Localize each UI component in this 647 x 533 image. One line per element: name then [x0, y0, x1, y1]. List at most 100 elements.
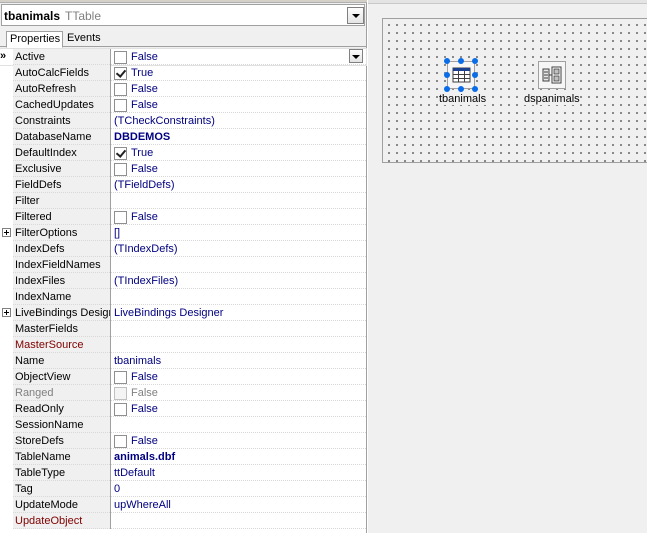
property-name: TableType — [13, 465, 110, 481]
property-checkbox[interactable] — [114, 371, 127, 384]
property-value[interactable]: ttDefault — [111, 465, 366, 481]
property-row[interactable]: FieldDefs (TFieldDefs) — [0, 177, 366, 193]
selection-handle[interactable] — [444, 86, 450, 92]
property-checkbox[interactable] — [114, 99, 127, 112]
property-row[interactable]: LiveBindings Designer LiveBindings Design… — [0, 305, 366, 321]
tab-properties[interactable]: Properties — [6, 31, 63, 48]
property-value[interactable]: False — [111, 433, 366, 449]
property-name: UpdateMode — [13, 497, 110, 513]
property-row[interactable]: IndexFieldNames — [0, 257, 366, 273]
value-dropdown-button[interactable] — [349, 49, 363, 63]
selection-handle[interactable] — [472, 58, 478, 64]
property-row[interactable]: FilterOptions [] — [0, 225, 366, 241]
property-checkbox[interactable] — [114, 211, 127, 224]
property-row[interactable]: StoreDefs False — [0, 433, 366, 449]
component-selector[interactable]: tbanimals TTable — [1, 4, 365, 26]
property-row[interactable]: Name tbanimals — [0, 353, 366, 369]
property-value[interactable] — [111, 321, 366, 337]
form-surface[interactable]: tbanimals dspanimals — [382, 18, 647, 163]
property-value[interactable]: (TFieldDefs) — [111, 177, 366, 193]
property-value[interactable]: LiveBindings Designer — [111, 305, 366, 321]
property-row[interactable]: Tag 0 — [0, 481, 366, 497]
property-value[interactable]: (TIndexFiles) — [111, 273, 366, 289]
selection-handle[interactable] — [472, 86, 478, 92]
property-value[interactable] — [111, 193, 366, 209]
property-row[interactable]: AutoRefresh False — [0, 81, 366, 97]
property-value[interactable]: tbanimals — [111, 353, 366, 369]
property-row[interactable]: ObjectView False — [0, 369, 366, 385]
property-value[interactable]: True — [111, 145, 366, 161]
property-value[interactable]: False — [111, 401, 366, 417]
property-value[interactable]: upWhereAll — [111, 497, 366, 513]
property-value[interactable]: False — [111, 369, 366, 385]
property-checkbox[interactable] — [114, 67, 127, 80]
property-value[interactable]: False — [111, 161, 366, 177]
property-value[interactable]: False — [111, 97, 366, 113]
property-value[interactable]: (TCheckConstraints) — [111, 113, 366, 129]
property-value[interactable] — [111, 513, 366, 529]
property-row[interactable]: IndexFiles (TIndexFiles) — [0, 273, 366, 289]
property-row[interactable]: » Active False — [0, 48, 367, 66]
property-name: Tag — [13, 481, 110, 497]
property-value[interactable]: True — [111, 65, 366, 81]
property-row[interactable]: AutoCalcFields True — [0, 65, 366, 81]
property-value[interactable]: False — [111, 49, 366, 65]
property-row[interactable]: SessionName — [0, 417, 366, 433]
property-value[interactable]: False — [111, 81, 366, 97]
property-checkbox[interactable] — [114, 51, 127, 64]
tab-events[interactable]: Events — [64, 31, 108, 47]
expand-plus-icon[interactable] — [2, 228, 11, 237]
property-checkbox[interactable] — [114, 83, 127, 96]
property-value[interactable]: False — [111, 209, 366, 225]
property-row[interactable]: IndexName — [0, 289, 366, 305]
property-value[interactable]: (TIndexDefs) — [111, 241, 366, 257]
tbanimals-component[interactable] — [447, 61, 475, 89]
property-value[interactable]: [] — [111, 225, 366, 241]
property-checkbox[interactable] — [114, 147, 127, 160]
property-value[interactable]: False — [111, 385, 366, 401]
property-value-text: False — [131, 403, 158, 415]
property-row[interactable]: MasterSource — [0, 337, 366, 353]
property-row[interactable]: TableType ttDefault — [0, 465, 366, 481]
expand-plus-icon[interactable] — [2, 308, 11, 317]
selection-handle[interactable] — [458, 58, 464, 64]
selection-handle[interactable] — [472, 72, 478, 78]
row-gutter — [0, 369, 12, 385]
property-value[interactable]: 0 — [111, 481, 366, 497]
property-name: Exclusive — [13, 161, 110, 177]
property-name: FieldDefs — [13, 177, 110, 193]
property-row[interactable]: Filtered False — [0, 209, 366, 225]
property-row[interactable]: ReadOnly False — [0, 401, 366, 417]
selection-handle[interactable] — [444, 72, 450, 78]
property-name: IndexDefs — [13, 241, 110, 257]
selection-handle[interactable] — [458, 86, 464, 92]
property-row[interactable]: TableName animals.dbf — [0, 449, 366, 465]
property-row[interactable]: Filter — [0, 193, 366, 209]
dspanimals-component[interactable] — [538, 61, 566, 89]
property-row[interactable]: Ranged False — [0, 385, 366, 401]
property-value[interactable] — [111, 417, 366, 433]
selection-handle[interactable] — [444, 58, 450, 64]
row-gutter — [0, 401, 12, 417]
property-row[interactable]: CachedUpdates False — [0, 97, 366, 113]
property-row[interactable]: DatabaseName DBDEMOS — [0, 129, 366, 145]
property-name: AutoRefresh — [13, 81, 110, 97]
property-row[interactable]: DefaultIndex True — [0, 145, 366, 161]
property-checkbox[interactable] — [114, 403, 127, 416]
property-value[interactable]: DBDEMOS — [111, 129, 366, 145]
property-row[interactable]: MasterFields — [0, 321, 366, 337]
property-value[interactable]: animals.dbf — [111, 449, 366, 465]
row-gutter — [0, 225, 12, 241]
property-checkbox[interactable] — [114, 163, 127, 176]
property-value-text: False — [131, 371, 158, 383]
property-value[interactable] — [111, 337, 366, 353]
property-checkbox[interactable] — [114, 435, 127, 448]
property-row[interactable]: Constraints (TCheckConstraints) — [0, 113, 366, 129]
property-row[interactable]: UpdateMode upWhereAll — [0, 497, 366, 513]
property-value[interactable] — [111, 289, 366, 305]
property-row[interactable]: IndexDefs (TIndexDefs) — [0, 241, 366, 257]
property-row[interactable]: UpdateObject — [0, 513, 366, 529]
property-value[interactable] — [111, 257, 366, 273]
property-row[interactable]: Exclusive False — [0, 161, 366, 177]
component-dropdown-button[interactable] — [347, 7, 364, 24]
